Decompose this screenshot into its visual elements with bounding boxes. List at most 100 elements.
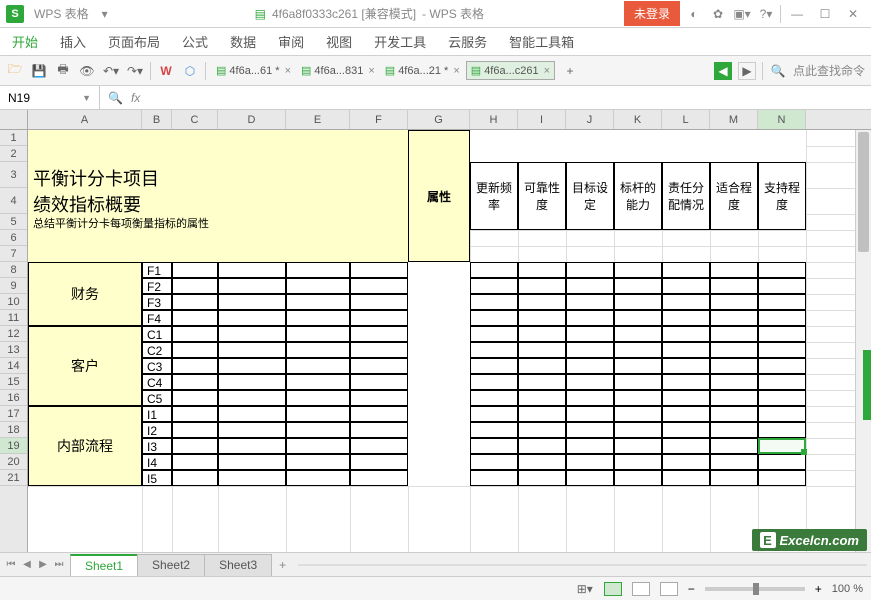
data-cell[interactable] — [566, 454, 614, 470]
data-cell[interactable] — [758, 406, 806, 422]
data-cell[interactable] — [710, 262, 758, 278]
data-cell[interactable] — [218, 278, 286, 294]
data-cell[interactable] — [470, 422, 518, 438]
blank[interactable] — [566, 130, 614, 162]
preview-icon[interactable]: 👁 — [78, 62, 96, 80]
name-box[interactable]: N19 ▼ — [0, 86, 100, 109]
view-break-button[interactable] — [660, 582, 678, 596]
data-cell[interactable] — [218, 358, 286, 374]
row-header-13[interactable]: 13 — [0, 342, 27, 358]
data-cell[interactable] — [710, 294, 758, 310]
formula-input[interactable] — [148, 90, 871, 105]
data-cell[interactable] — [566, 358, 614, 374]
data-cell[interactable] — [662, 358, 710, 374]
minimize-button[interactable]: — — [785, 4, 809, 24]
print-icon[interactable]: 🖶 — [54, 62, 72, 80]
id-cell-I5[interactable]: I5 — [142, 470, 172, 486]
menu-数据[interactable]: 数据 — [230, 32, 256, 51]
data-cell[interactable] — [350, 278, 408, 294]
doc-tab[interactable]: ▤4f6a...c261× — [466, 61, 555, 80]
save-icon[interactable]: 💾 — [30, 62, 48, 80]
id-cell-F4[interactable]: F4 — [142, 310, 172, 326]
gap[interactable] — [408, 326, 470, 342]
data-cell[interactable] — [758, 454, 806, 470]
sheet-last-icon[interactable]: ⏭ — [52, 558, 66, 572]
data-cell[interactable] — [286, 294, 350, 310]
row-header-7[interactable]: 7 — [0, 246, 27, 262]
open-icon[interactable]: 🗁 — [6, 62, 24, 80]
selection-handle[interactable] — [801, 449, 807, 455]
data-cell[interactable] — [286, 342, 350, 358]
data-cell[interactable] — [218, 390, 286, 406]
search-icon[interactable]: 🔍 — [769, 62, 787, 80]
row-header-9[interactable]: 9 — [0, 278, 27, 294]
data-cell[interactable] — [218, 470, 286, 486]
data-cell[interactable] — [172, 294, 218, 310]
gap[interactable] — [408, 294, 470, 310]
gap[interactable] — [408, 358, 470, 374]
data-cell[interactable] — [758, 374, 806, 390]
data-cell[interactable] — [350, 406, 408, 422]
select-all-corner[interactable] — [0, 110, 28, 129]
undo-icon[interactable]: ↶▾ — [102, 62, 120, 80]
data-cell[interactable] — [218, 438, 286, 454]
data-cell[interactable] — [518, 262, 566, 278]
data-cell[interactable] — [566, 326, 614, 342]
data-cell[interactable] — [286, 390, 350, 406]
data-cell[interactable] — [566, 422, 614, 438]
id-cell-I3[interactable]: I3 — [142, 438, 172, 454]
id-cell-I4[interactable]: I4 — [142, 454, 172, 470]
data-cell[interactable] — [470, 406, 518, 422]
section-客户[interactable]: 客户 — [28, 326, 142, 406]
menu-云服务[interactable]: 云服务 — [448, 32, 487, 51]
data-cell[interactable] — [710, 470, 758, 486]
menu-开发工具[interactable]: 开发工具 — [374, 32, 426, 51]
doc-tab[interactable]: ▤4f6a...831× — [297, 61, 379, 80]
data-cell[interactable] — [758, 422, 806, 438]
data-cell[interactable] — [758, 294, 806, 310]
data-cell[interactable] — [710, 406, 758, 422]
row-header-17[interactable]: 17 — [0, 406, 27, 422]
row-header-20[interactable]: 20 — [0, 454, 27, 470]
data-cell[interactable] — [710, 390, 758, 406]
data-cell[interactable] — [614, 374, 662, 390]
title-line1[interactable]: 平衡计分卡项目 — [28, 162, 408, 188]
close-tab-icon[interactable]: × — [368, 65, 374, 77]
col-header-K[interactable]: K — [614, 110, 662, 129]
col-header-E[interactable]: E — [286, 110, 350, 129]
blank[interactable] — [758, 130, 806, 162]
data-cell[interactable] — [286, 326, 350, 342]
sync-icon[interactable]: ◐ — [684, 4, 704, 24]
data-cell[interactable] — [662, 326, 710, 342]
col-header-G[interactable]: G — [408, 110, 470, 129]
data-cell[interactable] — [566, 342, 614, 358]
data-cell[interactable] — [350, 342, 408, 358]
col-header-0[interactable]: 更新频率 — [470, 162, 518, 230]
data-cell[interactable] — [470, 262, 518, 278]
data-cell[interactable] — [350, 358, 408, 374]
data-cell[interactable] — [286, 374, 350, 390]
data-cell[interactable] — [614, 326, 662, 342]
zoom-value[interactable]: 100 % — [832, 583, 863, 595]
sheet-tab-Sheet3[interactable]: Sheet3 — [204, 554, 272, 576]
row-header-12[interactable]: 12 — [0, 326, 27, 342]
gap[interactable] — [408, 454, 470, 470]
view-normal-button[interactable] — [604, 582, 622, 596]
login-button[interactable]: 未登录 — [624, 1, 680, 26]
maximize-button[interactable]: ☐ — [813, 4, 837, 24]
gap[interactable] — [408, 342, 470, 358]
data-cell[interactable] — [218, 326, 286, 342]
data-cell[interactable] — [614, 454, 662, 470]
data-cell[interactable] — [758, 278, 806, 294]
sheet-tab-Sheet1[interactable]: Sheet1 — [70, 554, 138, 576]
row-header-15[interactable]: 15 — [0, 374, 27, 390]
col-header-6[interactable]: 支持程度 — [758, 162, 806, 230]
gap[interactable] — [408, 470, 470, 486]
id-cell-F1[interactable]: F1 — [142, 262, 172, 278]
data-cell[interactable] — [662, 422, 710, 438]
data-cell[interactable] — [662, 262, 710, 278]
row-header-21[interactable]: 21 — [0, 470, 27, 486]
data-cell[interactable] — [662, 294, 710, 310]
gap[interactable] — [408, 278, 470, 294]
data-cell[interactable] — [710, 422, 758, 438]
